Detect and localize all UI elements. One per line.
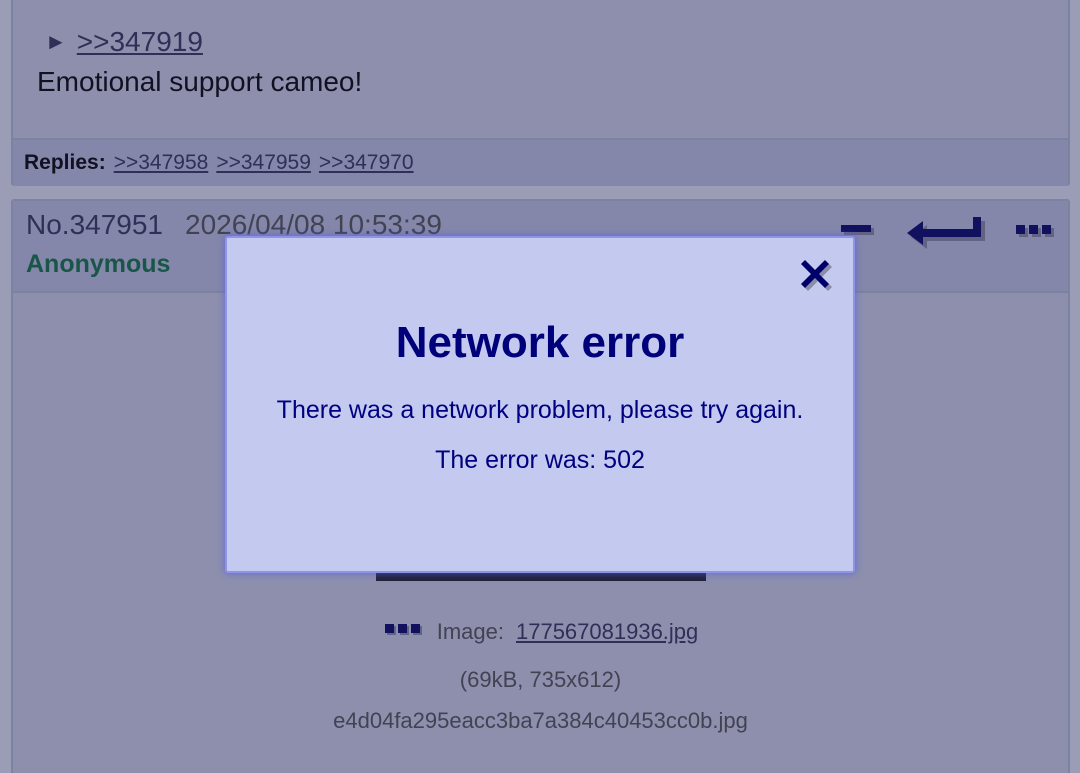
dialog-error-code: The error was: 502 (435, 446, 645, 474)
network-error-dialog: Network error There was a network proble… (225, 236, 855, 573)
dialog-title: Network error (395, 318, 685, 367)
close-icon[interactable] (797, 256, 837, 301)
dialog-message: There was a network problem, please try … (276, 396, 804, 424)
